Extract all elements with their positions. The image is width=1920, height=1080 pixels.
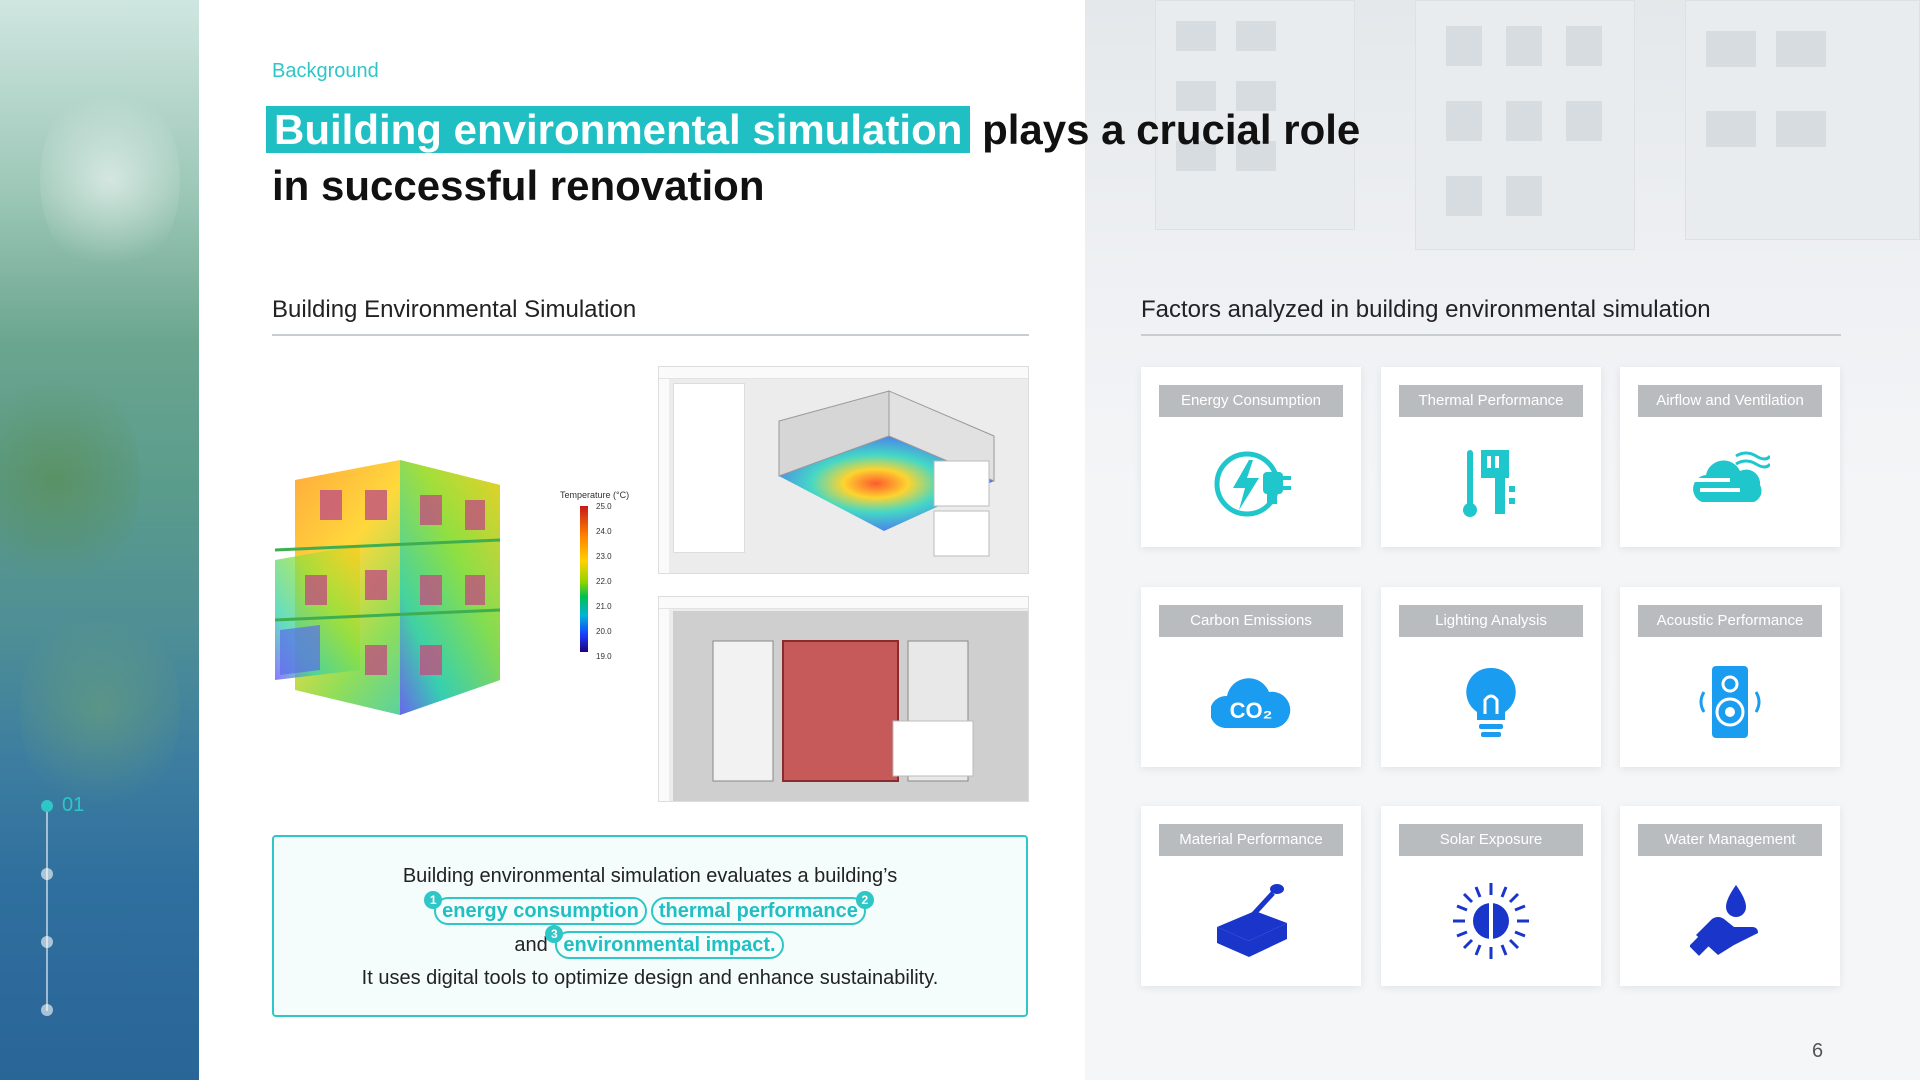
step-label-active: 01: [62, 794, 85, 816]
step-dot-active[interactable]: [41, 800, 53, 812]
headline-rest: plays a crucial role: [982, 106, 1361, 153]
legend-tick: 20.0: [596, 627, 612, 636]
factor-card-energy-consumption[interactable]: Energy Consumption: [1141, 367, 1361, 547]
description-box: Building environmental simulation evalua…: [272, 835, 1028, 1017]
left-section-title: Building Environmental Simulation: [272, 296, 637, 323]
factor-card-water-management[interactable]: Water Management: [1620, 806, 1840, 986]
factor-card-carbon-emissions[interactable]: Carbon Emissions CO₂: [1141, 587, 1361, 767]
pill-text: environmental impact: [563, 934, 771, 956]
thermal-building-model-image: [274, 460, 501, 715]
factor-card-acoustic-performance[interactable]: Acoustic Performance: [1620, 587, 1840, 767]
temperature-legend: Temperature (°C) 25.0 24.0 23.0 22.0 21.…: [560, 490, 640, 670]
co2-cloud-icon: CO₂: [1211, 678, 1291, 728]
page-title: Building environmental simulation plays …: [266, 102, 1416, 214]
page-number: 6: [1812, 1040, 1824, 1062]
headline-highlight: Building environmental simulation: [266, 106, 971, 153]
factor-label: Acoustic Performance: [1638, 605, 1822, 637]
right-section-divider: [1141, 334, 1841, 336]
pill-thermal-performance: thermal performance 2: [650, 891, 874, 925]
legend-tick: 19.0: [596, 652, 612, 661]
factor-label: Carbon Emissions: [1159, 605, 1343, 637]
legend-tick: 24.0: [596, 527, 612, 536]
pill-energy-consumption: 1 energy consumption: [424, 891, 647, 925]
description-line-3: and 3 environmental impact.: [274, 925, 1026, 959]
thermometer-icon: [1463, 450, 1515, 517]
legend-tick: 21.0: [596, 602, 612, 611]
energy-plug-icon: [1214, 451, 1291, 517]
legend-title: Temperature (°C): [560, 490, 630, 500]
description-line-1: Building environmental simulation evalua…: [402, 865, 898, 887]
left-section-divider: [272, 334, 1029, 336]
step-dot[interactable]: [41, 936, 53, 948]
step-dot[interactable]: [41, 1004, 53, 1016]
badge-number: 3: [545, 925, 564, 943]
section-stepper: 01: [40, 794, 160, 1018]
factor-label: Lighting Analysis: [1399, 605, 1583, 637]
headline-line2: in successful renovation: [272, 162, 765, 209]
factor-card-solar-exposure[interactable]: Solar Exposure: [1381, 806, 1601, 986]
factor-label: Energy Consumption: [1159, 385, 1343, 417]
eyebrow-label: Background: [272, 60, 379, 82]
simulation-software-screenshot-bottom: [658, 596, 1029, 802]
badge-number: 1: [424, 891, 443, 909]
right-section-title: Factors analyzed in building environment…: [1141, 296, 1711, 323]
simulation-software-screenshot-top: [658, 366, 1029, 574]
pill-environmental-impact: 3 environmental impact.: [545, 925, 784, 959]
description-line-4: It uses digital tools to optimize design…: [361, 967, 939, 989]
trowel-brick-icon: [1217, 884, 1287, 957]
factor-label: Airflow and Ventilation: [1638, 385, 1822, 417]
lightbulb-icon: [1466, 667, 1516, 737]
step-dot[interactable]: [41, 868, 53, 880]
pill-period: .: [770, 934, 776, 956]
factor-label: Thermal Performance: [1399, 385, 1583, 417]
speaker-icon: [1699, 666, 1761, 738]
badge-number: 2: [855, 891, 874, 909]
and-word: and: [514, 934, 548, 956]
factor-label: Solar Exposure: [1399, 824, 1583, 856]
legend-tick: 23.0: [596, 552, 612, 561]
water-hand-icon: [1690, 885, 1758, 956]
description-line-2: 1 energy consumption thermal performance…: [274, 891, 1026, 925]
pill-text: energy consumption: [442, 900, 639, 922]
factor-label: Material Performance: [1159, 824, 1343, 856]
pill-text: thermal performance: [658, 900, 858, 922]
svg-text:CO₂: CO₂: [1230, 698, 1273, 723]
factor-card-lighting-analysis[interactable]: Lighting Analysis: [1381, 587, 1601, 767]
factor-label: Water Management: [1638, 824, 1822, 856]
airflow-cloud-icon: [1693, 451, 1770, 502]
legend-tick: 25.0: [596, 502, 612, 511]
legend-color-bar: [580, 506, 588, 652]
factor-card-airflow-ventilation[interactable]: Airflow and Ventilation: [1620, 367, 1840, 547]
sun-icon: [1453, 883, 1529, 959]
factor-card-material-performance[interactable]: Material Performance: [1141, 806, 1361, 986]
legend-tick: 22.0: [596, 577, 612, 586]
factor-card-thermal-performance[interactable]: Thermal Performance: [1381, 367, 1601, 547]
